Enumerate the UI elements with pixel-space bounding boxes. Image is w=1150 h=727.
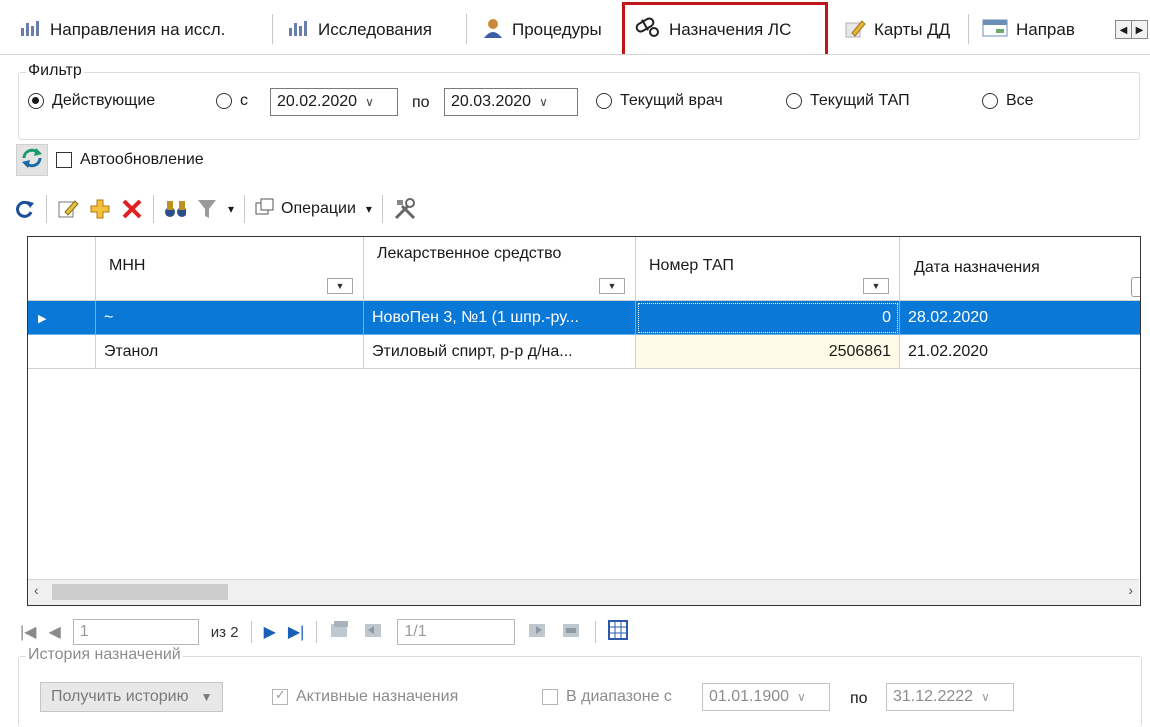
pencil-icon — [844, 17, 866, 44]
chevron-down-icon[interactable]: ▾ — [228, 202, 234, 216]
radio-current-doctor[interactable]: Текущий врач — [596, 92, 723, 110]
autoupdate-checkbox[interactable]: Автообновление — [56, 151, 204, 169]
prev-page-icon[interactable] — [329, 620, 351, 645]
delete-icon[interactable] — [121, 198, 143, 220]
next-block-icon[interactable] — [527, 620, 549, 645]
row-pointer-icon: ▶ — [38, 313, 47, 325]
history-from-date-picker[interactable]: 01.01.1900 ∨ — [702, 683, 830, 711]
person-icon — [482, 17, 504, 44]
tools-icon[interactable] — [393, 198, 415, 220]
filter-icon[interactable] — [196, 198, 218, 220]
table-grid-icon[interactable] — [608, 619, 629, 645]
filter-title: Фильтр — [26, 62, 84, 80]
grid-toolbar: ▾ Операции ▾ — [14, 190, 415, 228]
chevron-down-icon: ∨ — [797, 690, 806, 704]
cell-mnn[interactable]: Этанол — [96, 335, 364, 369]
row-indicator-header — [28, 237, 96, 301]
record-navigator: |◀ ◀ 1 из 2 ▶ ▶| 1/1 — [20, 614, 629, 650]
filter-dropdown-icon[interactable]: ▼ — [863, 278, 889, 294]
prev-record-icon[interactable]: ◀ — [48, 622, 60, 642]
prev-block-icon[interactable] — [363, 620, 385, 645]
history-title: История назначений — [26, 646, 183, 664]
add-icon[interactable] — [89, 198, 111, 220]
last-record-icon[interactable]: ▶| — [288, 622, 304, 642]
column-header-mnn[interactable]: МНН ▼ — [96, 237, 364, 301]
binoculars-icon[interactable] — [164, 198, 186, 220]
row-indicator — [28, 335, 96, 369]
active-prescriptions-checkbox[interactable]: ✓ Активные назначения — [272, 687, 458, 706]
first-record-icon[interactable]: |◀ — [20, 622, 36, 642]
radio-current-tap[interactable]: Текущий ТАП — [786, 92, 910, 110]
operations-dropdown[interactable]: Операции ▾ — [255, 198, 372, 221]
tab-research-referrals[interactable]: Направления на иссл. — [12, 8, 233, 52]
reload-icon[interactable] — [14, 198, 36, 220]
radio-all[interactable]: Все — [982, 92, 1034, 110]
chevron-down-icon: ∨ — [981, 690, 990, 704]
chevron-down-icon: ▼ — [200, 690, 213, 704]
cell-drug[interactable]: Этиловый спирт, р-р д/на... — [364, 335, 636, 369]
tab-label: Процедуры — [512, 20, 602, 39]
scroll-right-icon[interactable]: › — [1128, 582, 1133, 598]
next-page-icon[interactable] — [561, 620, 583, 645]
column-header-tap[interactable]: Номер ТАП ▼ — [636, 237, 900, 301]
scroll-left-icon[interactable]: ‹ — [34, 582, 39, 598]
chevron-down-icon: ∨ — [365, 95, 374, 109]
chart-icon — [20, 19, 42, 42]
tab-dd-cards[interactable]: Карты ДД — [836, 8, 958, 52]
history-to-label: по — [850, 690, 868, 707]
tab-research[interactable]: Исследования — [280, 8, 440, 52]
pills-icon — [633, 15, 661, 44]
row-indicator: ▶ — [28, 301, 96, 335]
radio-active[interactable]: Действующие — [28, 92, 155, 110]
horizontal-scrollbar[interactable]: ‹ › — [28, 579, 1139, 605]
cell-date[interactable]: 28.02.2020 — [900, 301, 1140, 335]
tab-scroll-left-button[interactable]: ◀ — [1115, 20, 1132, 39]
edit-icon[interactable] — [57, 198, 79, 220]
tab-scroll-right-button[interactable]: ▶ — [1131, 20, 1148, 39]
tab-drug-prescriptions[interactable]: Назначения ЛС — [622, 2, 828, 54]
refresh-icon — [20, 146, 44, 175]
to-date-picker[interactable]: 20.03.2020 ∨ — [444, 88, 578, 116]
next-record-icon[interactable]: ▶ — [264, 622, 276, 642]
page-input[interactable]: 1 — [72, 619, 199, 645]
filter-dropdown-icon[interactable]: ▼ — [599, 278, 625, 294]
position-input[interactable]: 1/1 — [397, 619, 516, 645]
calendar-icon — [982, 18, 1008, 43]
range-checkbox[interactable]: В диапазоне с — [542, 688, 672, 706]
tab-label: Исследования — [318, 20, 432, 39]
radio-date-range[interactable]: с — [216, 92, 248, 110]
tab-procedures[interactable]: Процедуры — [474, 8, 610, 52]
chart-icon — [288, 19, 310, 42]
tab-label: Направ — [1016, 20, 1075, 39]
tab-label: Назначения ЛС — [669, 19, 792, 39]
chevron-down-icon: ∨ — [539, 95, 548, 109]
cell-mnn[interactable]: ~ — [96, 301, 364, 335]
cell-tap[interactable]: 0 — [636, 301, 900, 335]
history-to-date-picker[interactable]: 31.12.2222 ∨ — [886, 683, 1014, 711]
table-row[interactable]: ▶ ~ НовоПен 3, №1 (1 шпр.-ру... 0 28.02.… — [28, 301, 1140, 335]
to-label: по — [412, 94, 430, 111]
scrollbar-thumb[interactable] — [52, 584, 228, 600]
table-row[interactable]: Этанол Этиловый спирт, р-р д/на... 25068… — [28, 335, 1140, 369]
from-date-picker[interactable]: 20.02.2020 ∨ — [270, 88, 398, 116]
cell-date[interactable]: 21.02.2020 — [900, 335, 1140, 369]
filter-dropdown-icon[interactable]: ▼ — [327, 278, 353, 294]
tab-referrals[interactable]: Направ — [974, 8, 1083, 52]
tab-divider — [0, 54, 1150, 55]
windows-icon — [255, 198, 275, 221]
column-header-date[interactable]: Дата назначения — [900, 237, 1140, 301]
prescriptions-grid: МНН ▼ Лекарственное средство ▼ Номер ТАП… — [27, 236, 1141, 606]
cell-tap[interactable]: 2506861 — [636, 335, 900, 369]
tab-label: Карты ДД — [874, 20, 951, 39]
column-header-drug[interactable]: Лекарственное средство ▼ — [364, 237, 636, 301]
filter-group — [18, 72, 1140, 140]
tab-bar: Направления на иссл. Исследования Процед… — [0, 0, 1150, 56]
get-history-button[interactable]: Получить историю ▼ — [40, 682, 224, 712]
tab-label: Направления на иссл. — [50, 20, 226, 39]
page-count: из 2 — [210, 623, 239, 641]
chevron-down-icon: ▾ — [365, 202, 372, 216]
cell-drug[interactable]: НовоПен 3, №1 (1 шпр.-ру... — [364, 301, 636, 335]
refresh-button[interactable] — [16, 144, 48, 176]
